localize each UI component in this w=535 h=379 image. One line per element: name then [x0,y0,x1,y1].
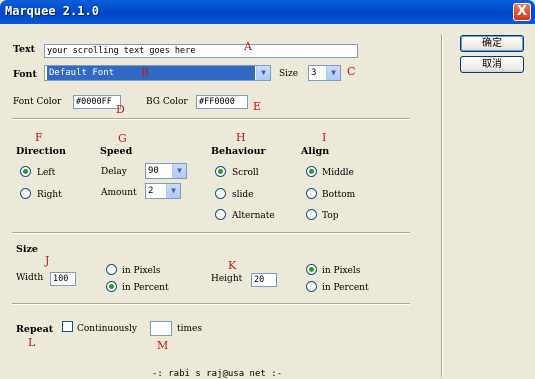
font-color-label: Font Color [13,97,62,107]
align-top-label: Top [322,211,339,221]
scroll-text-input[interactable]: your scrolling text goes here [44,44,358,58]
chevron-down-icon[interactable]: ▼ [166,184,180,198]
continuously-checkbox[interactable] [62,321,73,332]
delay-label: Delay [101,167,127,177]
bg-color-input[interactable]: #FF0000 [196,95,248,109]
separator [12,232,410,234]
annotation-i: I [322,131,327,144]
annotation-k: K [228,259,237,272]
annotation-g: G [118,132,127,145]
width-label: Width [16,273,44,283]
height-percent-label: in Percent [322,283,369,293]
annotation-b: B [141,66,150,79]
font-select[interactable]: Default Font ▼ [44,65,271,81]
delay-value: 90 [148,166,159,176]
width-percent-label: in Percent [122,283,169,293]
behaviour-alternate-label: Alternate [232,211,275,221]
direction-right-label: Right [37,190,62,200]
align-label: Align [301,146,330,157]
font-label: Font [13,69,37,80]
font-size-select[interactable]: 3 ▼ [308,65,341,81]
height-input[interactable]: 20 [251,273,277,287]
separator [12,303,410,305]
annotation-m: M [157,339,169,352]
vertical-divider [441,34,443,377]
repeat-label: Repeat [16,324,54,335]
marquee-dialog: Marquee 2.1.0 X 确定 取消 Text your scrollin… [0,0,535,379]
times-label: times [177,324,202,334]
align-middle-label: Middle [322,168,354,178]
speed-label: Speed [100,146,133,157]
align-bottom-radio[interactable] [306,188,317,199]
window-title: Marquee 2.1.0 [5,4,99,18]
width-pixels-label: in Pixels [122,266,161,276]
behaviour-slide-radio[interactable] [215,188,226,199]
font-color-input[interactable]: #0000FF [73,95,121,109]
width-input[interactable]: 100 [50,272,76,286]
align-middle-radio[interactable] [306,166,317,177]
close-icon: X [516,4,528,19]
chevron-down-icon[interactable]: ▼ [172,164,186,178]
bg-color-label: BG Color [146,97,188,107]
amount-select[interactable]: 2 ▼ [145,183,181,199]
height-pixels-radio[interactable] [306,264,317,275]
delay-select[interactable]: 90 ▼ [145,163,187,179]
annotation-c: C [347,65,356,78]
behaviour-slide-label: slide [232,190,254,200]
width-pixels-radio[interactable] [106,264,117,275]
height-pixels-label: in Pixels [322,266,361,276]
amount-label: Amount [101,188,137,198]
continuously-label: Continuously [77,324,137,334]
direction-left-radio[interactable] [20,166,31,177]
height-percent-radio[interactable] [306,281,317,292]
direction-left-label: Left [37,168,56,178]
width-percent-radio[interactable] [106,281,117,292]
ok-button[interactable]: 确定 [460,35,524,52]
amount-value: 2 [148,186,154,196]
font-size-value: 3 [311,68,317,78]
direction-label: Direction [16,146,66,157]
height-label: Height [211,274,243,284]
behaviour-alternate-radio[interactable] [215,209,226,220]
title-bar[interactable]: Marquee 2.1.0 X [0,0,535,24]
align-top-radio[interactable] [306,209,317,220]
annotation-j: J [45,254,50,267]
repeat-times-input[interactable] [150,321,172,336]
behaviour-label: Behaviour [211,146,266,157]
chevron-down-icon[interactable]: ▼ [326,66,340,80]
text-label: Text [13,44,36,55]
size-label: Size [279,69,299,79]
annotation-e: E [253,100,262,113]
annotation-h: H [236,131,246,144]
size-section-label: Size [16,244,38,255]
align-bottom-label: Bottom [322,190,356,200]
chevron-down-icon[interactable]: ▼ [256,66,270,80]
annotation-a: A [244,40,252,53]
annotation-l: L [28,336,36,349]
credit-text: -: rabi s raj@usa net :- [152,369,283,379]
behaviour-scroll-radio[interactable] [215,166,226,177]
direction-right-radio[interactable] [20,188,31,199]
cancel-button[interactable]: 取消 [460,56,524,73]
close-button[interactable]: X [513,3,531,21]
font-select-value: Default Font [47,66,255,80]
annotation-d: D [116,103,125,116]
separator [12,118,410,120]
behaviour-scroll-label: Scroll [232,168,259,178]
annotation-f: F [35,131,43,144]
